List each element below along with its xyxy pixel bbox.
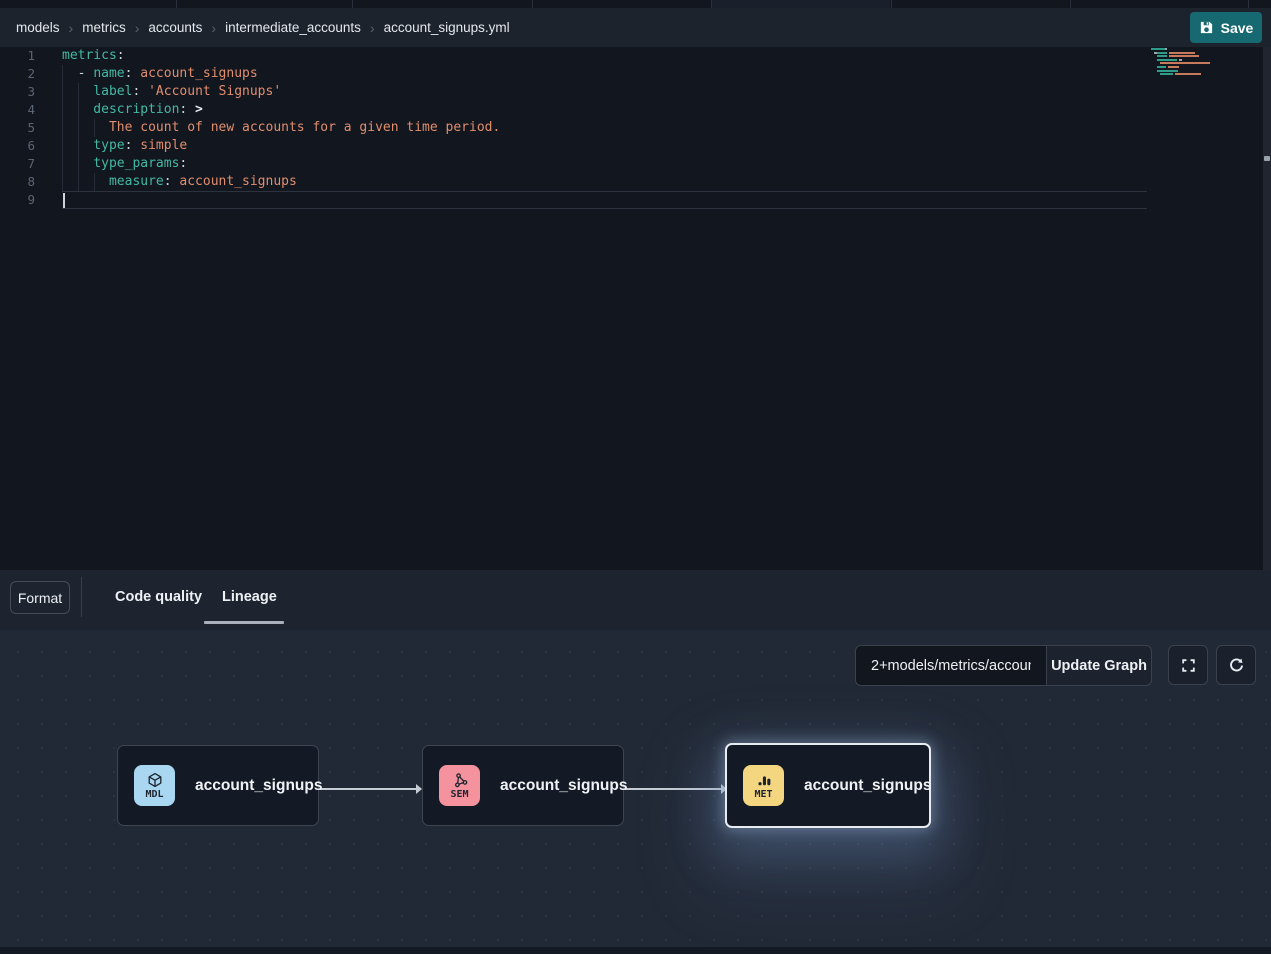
ide-window: models › metrics › accounts › intermedia…	[0, 0, 1271, 954]
active-tab-underline	[204, 621, 284, 624]
lineage-edge	[320, 788, 421, 790]
node-label: account_signups	[195, 777, 322, 795]
fullscreen-button[interactable]	[1168, 645, 1208, 685]
cube-icon	[147, 772, 163, 788]
badge-label: MDL	[145, 789, 163, 800]
chevron-right-icon: ›	[370, 20, 375, 36]
node-label: account_signups	[500, 777, 627, 795]
breadcrumb-item-intermediate-accounts[interactable]: intermediate_accounts	[225, 20, 361, 35]
refresh-icon	[1228, 657, 1245, 674]
floppy-disk-icon	[1199, 20, 1214, 35]
code-line: 1 metrics:	[0, 47, 1271, 65]
editor-scrollbar[interactable]	[1263, 47, 1271, 570]
panel-bottom-strip	[0, 947, 1271, 954]
breadcrumb-item-file[interactable]: account_signups.yml	[384, 20, 510, 35]
divider	[81, 577, 82, 617]
lineage-graph[interactable]: Update Graph	[0, 630, 1271, 947]
code-line: 5 The count of new accounts for a given …	[0, 119, 1271, 137]
line-number: 2	[0, 65, 35, 83]
lineage-node-semantic-model[interactable]: SEM account_signups	[422, 745, 624, 826]
semantic-graph-icon	[452, 772, 468, 788]
badge-label: SEM	[450, 789, 468, 800]
breadcrumb-item-accounts[interactable]: accounts	[148, 20, 202, 35]
code-editor[interactable]: 1 metrics: 2 - name: account_signups 3 l…	[0, 47, 1271, 570]
update-graph-button[interactable]: Update Graph	[1046, 645, 1152, 686]
save-button[interactable]: Save	[1190, 12, 1262, 43]
code-line: 6 type: simple	[0, 137, 1271, 155]
editor-tab-strip[interactable]	[0, 0, 1271, 8]
code-line: 3 label: 'Account Signups'	[0, 83, 1271, 101]
line-number: 8	[0, 173, 35, 191]
line-number: 5	[0, 119, 35, 137]
fullscreen-icon	[1180, 657, 1197, 674]
line-number: 4	[0, 101, 35, 119]
code-line: 7 type_params:	[0, 155, 1271, 173]
lineage-node-metric-selected[interactable]: MET account_signups	[725, 743, 931, 828]
tab-code-quality[interactable]: Code quality	[115, 589, 202, 605]
editor-minimap[interactable]	[1150, 48, 1216, 77]
graph-filter-group: Update Graph	[855, 645, 1152, 686]
badge-label: MET	[754, 789, 772, 800]
model-badge: MDL	[134, 765, 175, 806]
scrollbar-thumb[interactable]	[1264, 156, 1270, 161]
chevron-right-icon: ›	[211, 20, 216, 36]
bar-chart-icon	[756, 772, 772, 788]
code-line: 4 description: >	[0, 101, 1271, 119]
breadcrumb: models › metrics › accounts › intermedia…	[0, 8, 1271, 47]
chevron-right-icon: ›	[135, 20, 140, 36]
lineage-edge	[625, 788, 726, 790]
line-number: 7	[0, 155, 35, 173]
indent-guide	[62, 65, 63, 191]
tab-lineage[interactable]: Lineage	[222, 589, 277, 605]
format-button[interactable]: Format	[10, 581, 70, 614]
editor-tab-highlighted[interactable]	[712, 0, 890, 8]
lineage-filter-input[interactable]	[855, 645, 1047, 686]
indent-guide	[94, 119, 95, 137]
breadcrumb-item-metrics[interactable]: metrics	[82, 20, 126, 35]
bottom-panel: Format Code quality Lineage Update Graph	[0, 570, 1271, 954]
code-line: 2 - name: account_signups	[0, 65, 1271, 83]
indent-guide	[94, 173, 95, 191]
text-cursor	[63, 193, 65, 208]
semantic-model-badge: SEM	[439, 765, 480, 806]
refresh-button[interactable]	[1216, 645, 1256, 685]
metric-badge: MET	[743, 765, 784, 806]
chevron-right-icon: ›	[69, 20, 74, 36]
indent-guide	[78, 83, 79, 191]
line-number: 6	[0, 137, 35, 155]
lineage-node-model[interactable]: MDL account_signups	[117, 745, 319, 826]
node-label: account_signups	[804, 777, 931, 795]
code-line: 8 measure: account_signups	[0, 173, 1271, 191]
line-number: 3	[0, 83, 35, 101]
code-line-current: 9	[0, 191, 1271, 209]
line-number: 1	[0, 47, 35, 65]
line-number: 9	[0, 191, 35, 209]
breadcrumb-item-models[interactable]: models	[16, 20, 60, 35]
